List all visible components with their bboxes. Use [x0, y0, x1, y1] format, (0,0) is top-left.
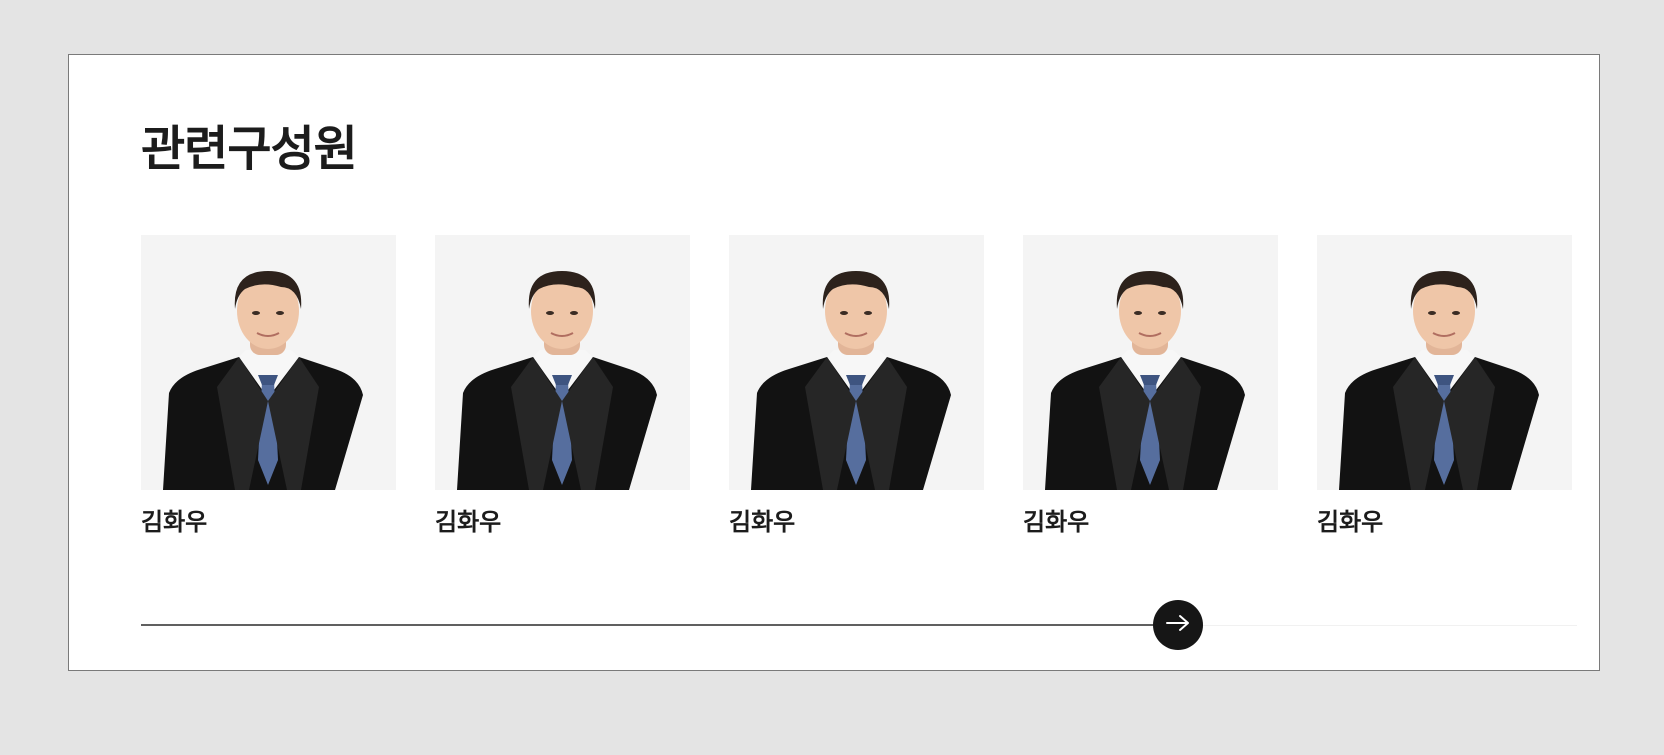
- member-card[interactable]: 김화우: [435, 235, 690, 537]
- member-photo[interactable]: [1023, 235, 1278, 490]
- member-card[interactable]: 김화우: [1023, 235, 1278, 537]
- member-photo[interactable]: [435, 235, 690, 490]
- member-card[interactable]: 김화우: [729, 235, 984, 537]
- member-name[interactable]: 김화우: [435, 508, 690, 537]
- section-title: 관련구성원: [141, 121, 358, 177]
- member-name[interactable]: 김화우: [1023, 508, 1278, 537]
- member-name[interactable]: 김화우: [729, 508, 984, 537]
- progress-fill: [141, 624, 1178, 626]
- member-photo[interactable]: [141, 235, 396, 490]
- member-name[interactable]: 김화우: [1317, 508, 1572, 537]
- next-button[interactable]: [1152, 600, 1203, 650]
- member-card[interactable]: 김화우: [141, 235, 396, 537]
- carousel-progress[interactable]: [141, 600, 1577, 650]
- member-card[interactable]: 김화우: [1317, 235, 1572, 537]
- arrow-right-icon: [1165, 614, 1191, 636]
- member-photo[interactable]: [1317, 235, 1572, 490]
- member-name[interactable]: 김화우: [141, 508, 396, 537]
- member-card-list: 김화우 김화우 김화우 김화우 김화우: [141, 235, 1572, 537]
- member-photo[interactable]: [729, 235, 984, 490]
- related-members-panel: 관련구성원 김화우 김화우 김화우 김화우 김화우: [68, 54, 1600, 671]
